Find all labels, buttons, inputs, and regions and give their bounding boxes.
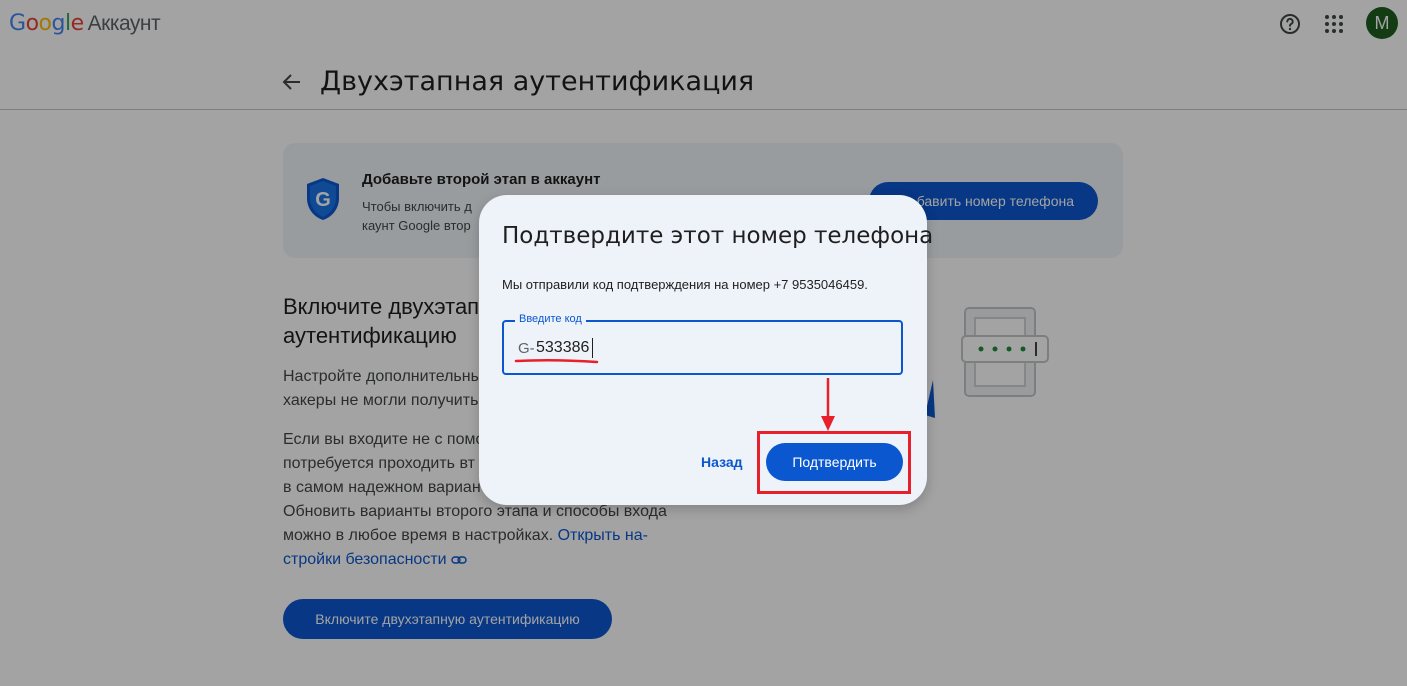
dialog-text: Мы отправили код подтверждения на номер … — [502, 277, 868, 292]
code-field[interactable]: Введите код G- — [502, 313, 903, 375]
text-caret — [592, 338, 593, 358]
annotation-underline — [514, 358, 599, 364]
annotation-arrow-icon — [821, 378, 835, 431]
annotation-highlight-box — [757, 431, 911, 494]
code-field-label: Введите код — [515, 313, 586, 325]
code-prefix: G- — [518, 340, 535, 357]
back-button[interactable]: Назад — [701, 454, 743, 470]
dialog-title: Подтвердите этот номер телефона — [502, 223, 934, 249]
